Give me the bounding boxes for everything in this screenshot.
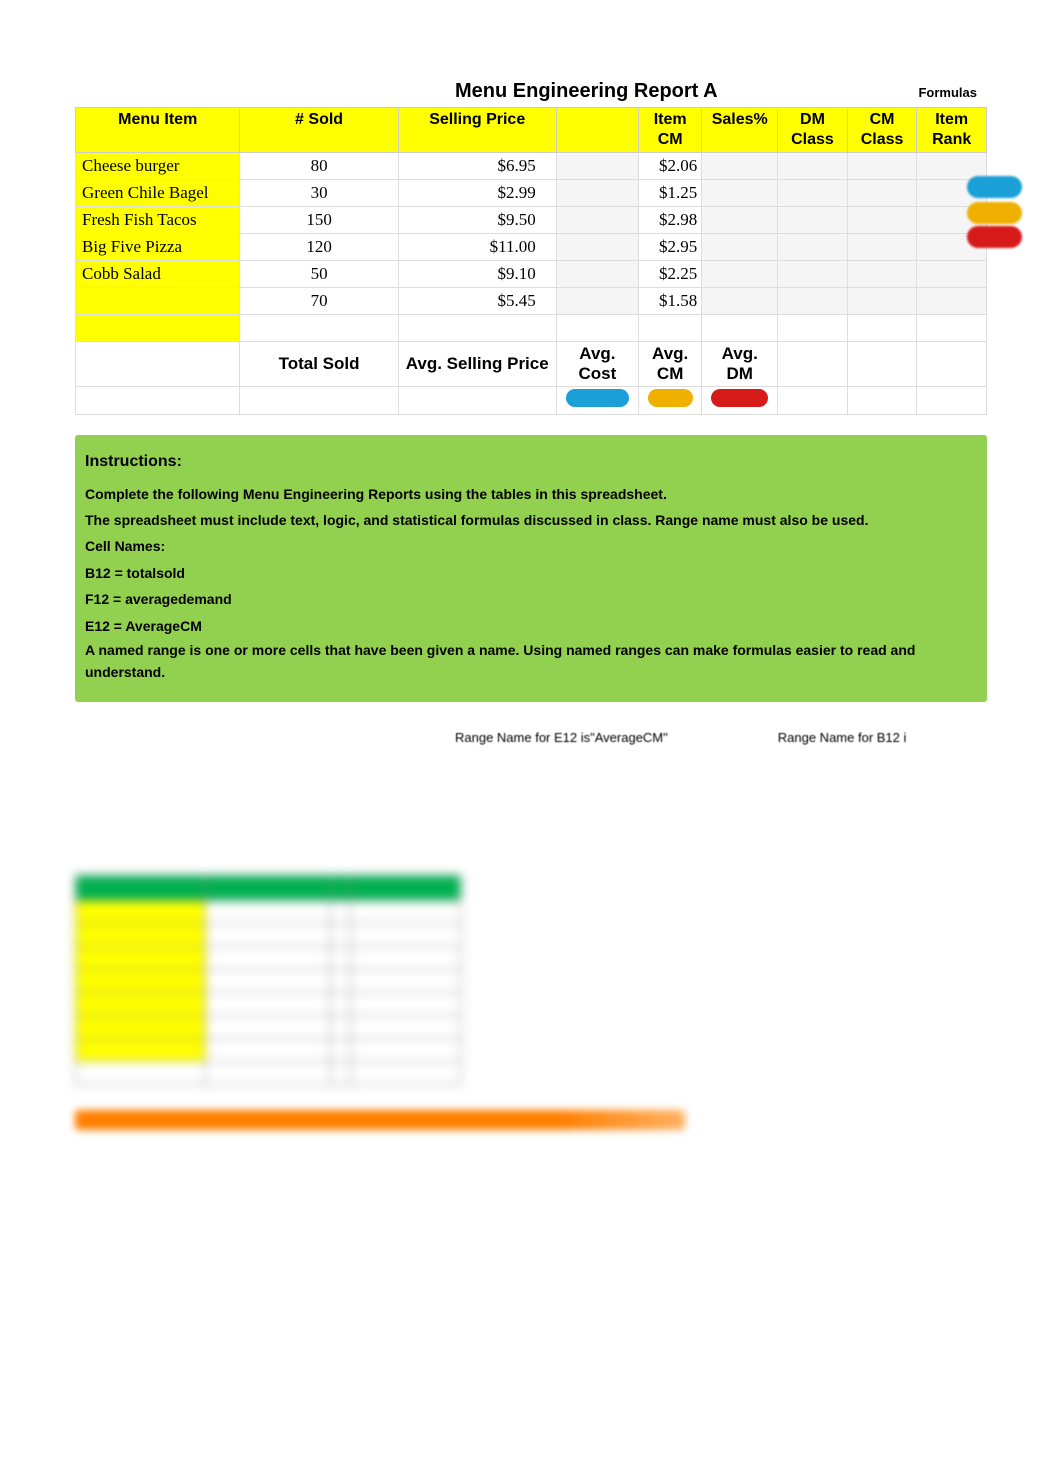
cell-price: $9.10 xyxy=(398,261,556,288)
range-note-b12: Range Name for B12 i xyxy=(778,730,907,745)
cell-cost xyxy=(556,153,638,180)
instructions-b12: B12 = totalsold xyxy=(85,562,977,584)
table-row: Big Five Pizza120$11.00 $2.95 xyxy=(76,234,987,261)
instructions-e12: E12 = AverageCM xyxy=(85,615,977,637)
cell-dm-class xyxy=(778,153,848,180)
legend-pill-yellow xyxy=(967,202,1022,224)
questions-preview xyxy=(75,1144,987,1418)
cell-price: $2.99 xyxy=(398,180,556,207)
cell-cm-class xyxy=(847,180,917,207)
instructions-f12: F12 = averagedemand xyxy=(85,588,977,610)
cell-menu-item: Green Chile Bagel xyxy=(76,180,240,207)
cell-price: $6.95 xyxy=(398,153,556,180)
report-b-preview xyxy=(75,875,987,1085)
cell-cm-class xyxy=(847,234,917,261)
label-avg-cost: Avg. Cost xyxy=(556,342,638,387)
instructions-named-range: A named range is one or more cells that … xyxy=(85,639,977,684)
cell-sales-pct xyxy=(702,207,778,234)
instructions-panel: Instructions: Complete the following Men… xyxy=(75,435,987,702)
cell-dm-class xyxy=(778,180,848,207)
legend-pill-blue xyxy=(967,176,1022,198)
cell-sales-pct xyxy=(702,153,778,180)
cell-sales-pct xyxy=(702,288,778,315)
cell-menu-item: Cheese burger xyxy=(76,153,240,180)
cell-item-rank xyxy=(917,288,987,315)
range-note-e12: Range Name for E12 is"AverageCM" xyxy=(455,730,668,745)
legend-pill-red xyxy=(967,226,1022,248)
cell-item-cm: $2.98 xyxy=(639,207,702,234)
cell-cost xyxy=(556,207,638,234)
th-sold: # Sold xyxy=(240,108,398,153)
th-cm-class: CM Class xyxy=(847,108,917,153)
cell-dm-class xyxy=(778,288,848,315)
cell-sold: 30 xyxy=(240,180,398,207)
cell-item-cm: $2.95 xyxy=(639,234,702,261)
cell-cost xyxy=(556,261,638,288)
table-row: Cobb Salad50$9.10 $2.25 xyxy=(76,261,987,288)
cell-menu-item: Cobb Salad xyxy=(76,261,240,288)
th-sales-pct: Sales% xyxy=(702,108,778,153)
pill-avg-dm xyxy=(711,389,768,407)
cell-sales-pct xyxy=(702,234,778,261)
cell-sales-pct xyxy=(702,261,778,288)
cell-menu-item: Fresh Fish Tacos xyxy=(76,207,240,234)
cell-price: $11.00 xyxy=(398,234,556,261)
cell-menu-item xyxy=(76,288,240,315)
cell-item-cm: $2.06 xyxy=(639,153,702,180)
cell-item-rank xyxy=(917,261,987,288)
formulas-label: Formulas xyxy=(918,85,977,100)
cell-cm-class xyxy=(847,207,917,234)
table-row: Cheese burger80$6.95 $2.06 xyxy=(76,153,987,180)
cell-cost xyxy=(556,180,638,207)
table-row: 70$5.45 $1.58 xyxy=(76,288,987,315)
table-row: Green Chile Bagel30$2.99 $1.25 xyxy=(76,180,987,207)
cell-sold: 150 xyxy=(240,207,398,234)
th-dm-class: DM Class xyxy=(778,108,848,153)
cell-item-cm: $2.25 xyxy=(639,261,702,288)
cell-dm-class xyxy=(778,261,848,288)
cell-dm-class xyxy=(778,234,848,261)
pill-avg-cm xyxy=(648,389,693,407)
cell-item-cm: $1.58 xyxy=(639,288,702,315)
th-item-cm: Item CM xyxy=(639,108,702,153)
instructions-cell-names: Cell Names: xyxy=(85,535,977,557)
cell-cost xyxy=(556,234,638,261)
instructions-line2: The spreadsheet must include text, logic… xyxy=(85,509,977,531)
instructions-heading: Instructions: xyxy=(85,449,977,475)
cell-price: $5.45 xyxy=(398,288,556,315)
label-avg-cm: Avg. CM xyxy=(639,342,702,387)
cell-sold: 80 xyxy=(240,153,398,180)
table-row: Fresh Fish Tacos150$9.50 $2.98 xyxy=(76,207,987,234)
cell-dm-class xyxy=(778,207,848,234)
th-item-rank: Item Rank xyxy=(917,108,987,153)
cell-cm-class xyxy=(847,261,917,288)
cell-price: $9.50 xyxy=(398,207,556,234)
cell-cm-class xyxy=(847,153,917,180)
cell-sold: 50 xyxy=(240,261,398,288)
cell-item-cm: $1.25 xyxy=(639,180,702,207)
label-total-sold: Total Sold xyxy=(240,342,398,387)
th-price: Selling Price xyxy=(398,108,556,153)
instructions-line1: Complete the following Menu Engineering … xyxy=(85,483,977,505)
cell-sold: 120 xyxy=(240,234,398,261)
cell-sales-pct xyxy=(702,180,778,207)
menu-engineering-table: Menu Item # Sold Selling Price Item CM S… xyxy=(75,107,987,415)
cell-cost xyxy=(556,288,638,315)
cell-sold: 70 xyxy=(240,288,398,315)
cell-menu-item: Big Five Pizza xyxy=(76,234,240,261)
label-avg-dm: Avg. DM xyxy=(702,342,778,387)
th-menu-item: Menu Item xyxy=(76,108,240,153)
th-cost xyxy=(556,108,638,153)
page-title: Menu Engineering Report A xyxy=(455,80,718,103)
label-avg-price: Avg. Selling Price xyxy=(398,342,556,387)
questions-header-bar xyxy=(75,1110,685,1130)
pill-avg-cost xyxy=(566,389,628,407)
cell-cm-class xyxy=(847,288,917,315)
